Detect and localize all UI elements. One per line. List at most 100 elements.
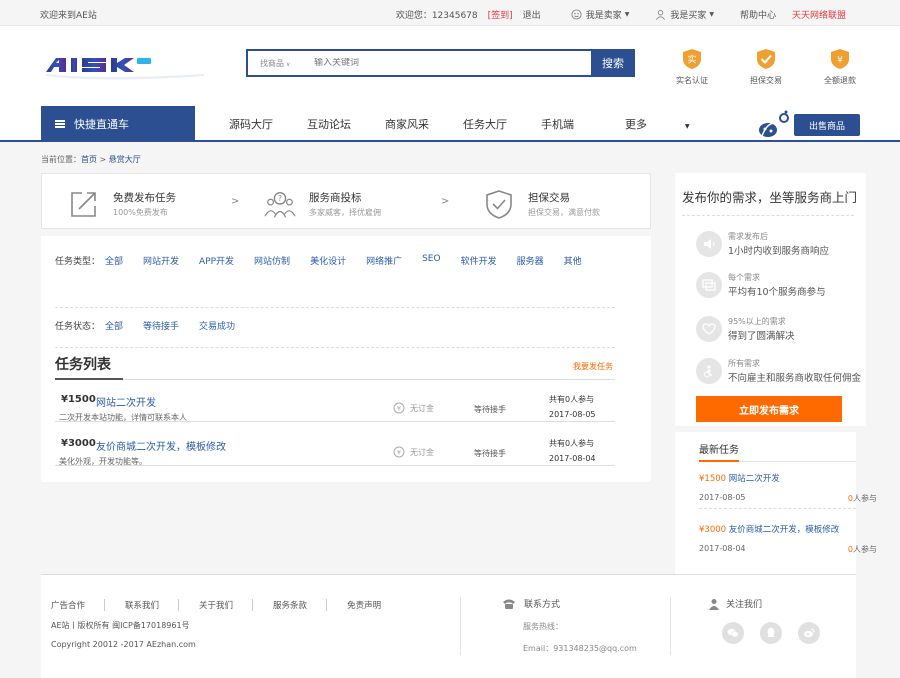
divider <box>670 597 671 655</box>
nav-links: 源码大厅 互动论坛 商家风采 任务大厅 手机端 更多 ▼ <box>212 106 724 142</box>
task-name-link[interactable]: 友价商城二次开发，模板修改 <box>96 438 226 453</box>
username: 12345678 <box>431 11 478 21</box>
task-list-title: 任务列表 <box>55 357 111 373</box>
top-bar-right: 欢迎您：12345678 [签到] 退出 我是卖家 ▼ 我是买家 ▼ 帮助中心 … <box>386 8 846 21</box>
feature-item: 每个需求 平均有10个服务商参与 <box>696 272 826 298</box>
filter-status-waiting[interactable]: 等待接手 <box>143 319 179 332</box>
seller-menu[interactable]: 我是卖家 ▼ <box>571 8 629 21</box>
title-underline <box>699 460 739 462</box>
task-main-panel: 任务类型： 全部 网站开发 APP开发 网站仿制 美化设计 网络推广 SEO 软… <box>41 236 651 482</box>
process-steps: 免费发布任务 100%免费发布 > ? 服务商投标 多家威客，择优雇佣 > 担保交易… <box>41 173 651 229</box>
task-price: ¥3000 <box>61 438 96 449</box>
filter-type-app[interactable]: APP开发 <box>199 254 234 267</box>
no-deposit-icon: ¥ <box>393 446 405 458</box>
divider <box>699 508 856 509</box>
footer-link-disclaimer[interactable]: 免责声明 <box>347 599 400 611</box>
filter-type-other[interactable]: 其他 <box>564 254 582 267</box>
icp-text: AE站丨版权所有 闽ICP备17018961号 <box>51 621 190 630</box>
trust-badge-realname[interactable]: 实 实名认证 <box>662 48 722 86</box>
filter-type-server[interactable]: 服务器 <box>517 254 544 267</box>
task-row[interactable]: ¥3000 友价商城二次开发，模板修改 美化外观，开发功能等。 ¥ 无订金 等待… <box>55 426 615 466</box>
svg-text:¥: ¥ <box>397 449 401 457</box>
latest-task-link[interactable]: 网站二次开发 <box>729 474 780 484</box>
mascot-icon <box>759 110 789 137</box>
signin-link[interactable]: [签到] <box>488 8 513 21</box>
task-name-link[interactable]: 网站二次开发 <box>96 394 156 409</box>
realname-badge-icon: 实 <box>683 49 701 69</box>
user-icon <box>709 598 719 610</box>
nav-item-merchants[interactable]: 商家风采 <box>368 116 446 132</box>
footer-links: 广告合作 联系我们 关于我们 服务条款 免责声明 <box>51 599 420 611</box>
filter-type-web[interactable]: 网站开发 <box>143 254 179 267</box>
task-status: 等待接手 <box>474 449 506 458</box>
filter-type-clone[interactable]: 网站仿制 <box>254 254 290 267</box>
social-icons <box>722 622 836 644</box>
latest-task-item[interactable]: ¥3000 友价商城二次开发，模板修改 2017-08-04 0人参与 <box>699 523 877 554</box>
footer-link-terms[interactable]: 服务条款 <box>273 599 328 611</box>
buyer-menu[interactable]: 我是买家 ▼ <box>655 8 714 21</box>
task-row[interactable]: ¥1500 网站二次开发 二次开发本站功能，详情可联系本人 ¥ 无订金 等待接手… <box>55 382 615 422</box>
nav-item-source-hall[interactable]: 源码大厅 <box>212 116 290 132</box>
site-header: 找商品∨ 搜索 实 实名认证 担保交易 ¥ 全额退款 快捷直通车 源码大厅 互动… <box>0 26 900 142</box>
alliance-link[interactable]: 天天网络联盟 <box>792 8 846 21</box>
filter-status-success[interactable]: 交易成功 <box>199 319 235 332</box>
latest-tasks-panel: 最新任务 ¥1500 网站二次开发 2017-08-05 0人参与 ¥3000 友… <box>675 432 877 574</box>
footer-link-ads[interactable]: 广告合作 <box>51 599 106 611</box>
footer-link-about[interactable]: 关于我们 <box>199 599 254 611</box>
heart-icon <box>696 316 722 342</box>
search-bar: 找商品∨ 搜索 <box>246 49 635 77</box>
publish-task-link[interactable]: 我要发任务 <box>573 361 613 372</box>
wechat-icon[interactable] <box>722 622 744 644</box>
speaker-icon <box>696 231 722 257</box>
quick-access-button[interactable]: 快捷直通车 <box>41 106 195 142</box>
divider <box>460 597 461 655</box>
filter-type-all[interactable]: 全部 <box>105 254 123 267</box>
breadcrumb-current: 悬赏大厅 <box>108 155 141 164</box>
chat-icon <box>696 272 722 298</box>
logout-link[interactable]: 退出 <box>523 8 541 21</box>
nav-item-task-hall[interactable]: 任务大厅 <box>446 116 524 132</box>
sidebar-headline: 发布你的需求，坐等服务商上门 <box>682 190 858 205</box>
search-category-select[interactable]: 找商品 ∨ <box>248 58 306 69</box>
nav-item-forum[interactable]: 互动论坛 <box>290 116 368 132</box>
trust-badge-escrow[interactable]: 担保交易 <box>736 48 796 86</box>
filter-type-promotion[interactable]: 网络推广 <box>366 254 402 267</box>
step-arrow-icon: > <box>441 196 450 207</box>
main-nav: 快捷直通车 源码大厅 互动论坛 商家风采 任务大厅 手机端 更多 ▼ 出售商品 <box>0 106 900 142</box>
task-price: ¥1500 <box>61 394 96 405</box>
publish-demand-button[interactable]: 立即发布需求 <box>696 396 842 422</box>
filter-type-software[interactable]: 软件开发 <box>461 254 497 267</box>
footer-link-contact[interactable]: 联系我们 <box>125 599 180 611</box>
latest-tasks-title: 最新任务 <box>699 445 739 456</box>
help-center-link[interactable]: 帮助中心 <box>740 8 776 21</box>
latest-task-link[interactable]: 友价商城二次开发，模板修改 <box>729 525 840 535</box>
filter-status-all[interactable]: 全部 <box>105 319 123 332</box>
trust-badge-refund[interactable]: ¥ 全额退款 <box>810 48 870 86</box>
sell-goods-button[interactable]: 出售商品 <box>794 114 860 136</box>
latest-task-item[interactable]: ¥1500 网站二次开发 2017-08-05 0人参与 <box>699 472 877 503</box>
site-logo[interactable] <box>44 50 206 100</box>
search-button[interactable]: 搜索 <box>591 49 635 77</box>
task-deposit: ¥ 无订金 <box>393 446 434 458</box>
filter-type-seo[interactable]: SEO <box>422 254 440 267</box>
task-status: 等待接手 <box>474 405 506 414</box>
breadcrumb: 当前位置：首页 > 悬赏大厅 <box>41 155 141 164</box>
filter-type-design[interactable]: 美化设计 <box>310 254 346 267</box>
feature-item: 所有需求 不向雇主和服务商收取任何佣金 <box>696 358 861 384</box>
copyright-text: Copyright 20012 -2017 AEzhan.com <box>51 640 196 649</box>
nav-item-mobile[interactable]: 手机端 <box>524 116 591 132</box>
task-desc: 二次开发本站功能，详情可联系本人 <box>59 413 187 422</box>
refund-badge-icon: ¥ <box>831 49 849 69</box>
user-icon <box>656 9 666 20</box>
nav-item-more[interactable]: 更多 ▼ <box>591 116 724 132</box>
task-desc: 美化外观，开发功能等。 <box>59 457 147 466</box>
weibo-icon[interactable] <box>798 622 820 644</box>
no-deposit-icon: ¥ <box>393 402 405 414</box>
no-fee-icon <box>696 358 722 384</box>
step-bidding: ? 服务商投标 多家威客，择优雇佣 <box>264 188 381 220</box>
email-text: Email：931348235@qq.com <box>523 644 637 653</box>
svg-text:实: 实 <box>687 54 696 66</box>
breadcrumb-home-link[interactable]: 首页 <box>81 155 97 164</box>
search-input[interactable] <box>306 58 591 68</box>
qq-icon[interactable] <box>760 622 782 644</box>
